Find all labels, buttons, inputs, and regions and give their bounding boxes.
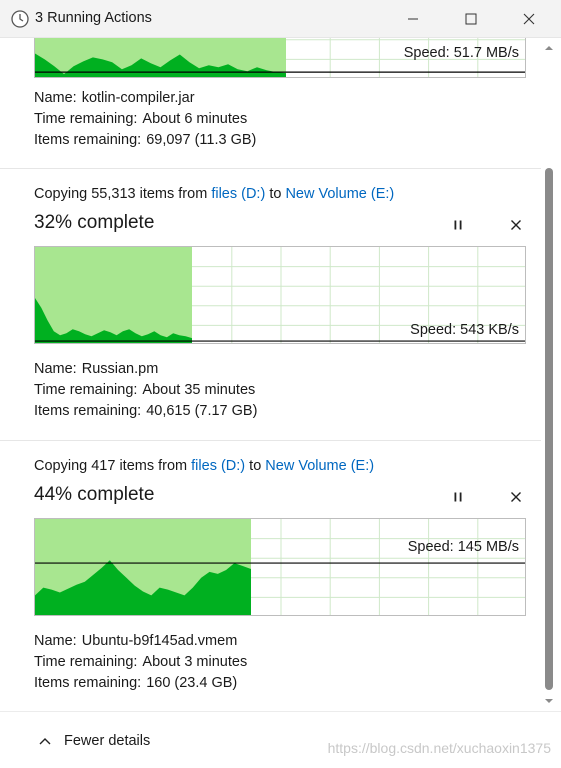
items-remaining: 40,615 (7.17 GB) — [146, 403, 258, 419]
percent-complete-3: 44% complete — [34, 484, 155, 505]
minimize-icon — [408, 18, 418, 20]
operation-3: Copying 417 items from files (D:) to New… — [0, 441, 541, 711]
chevron-up-icon — [39, 738, 51, 745]
fewer-details-button[interactable]: Fewer details — [38, 733, 150, 749]
file-name: kotlin-compiler.jar — [81, 90, 195, 106]
close-icon — [523, 13, 535, 25]
speed-graph-3: Speed: 145 MB/s — [34, 518, 526, 616]
name-label: Name: — [34, 361, 77, 377]
items-remaining: 160 (23.4 GB) — [146, 675, 238, 691]
maximize-button[interactable] — [442, 0, 500, 38]
cancel-button[interactable] — [506, 215, 526, 235]
title-bar: 3 Running Actions — [0, 0, 561, 38]
time-label: Time remaining: — [34, 382, 138, 398]
copy-description-2: Copying 55,313 items from files (D:) to … — [34, 186, 395, 202]
maximize-icon — [465, 13, 477, 25]
time-remaining: About 6 minutes — [142, 111, 248, 127]
progress-fill — [35, 247, 192, 343]
percent-complete-2: 32% complete — [34, 212, 155, 233]
watermark: https://blog.csdn.net/xuchaoxin1375 — [327, 740, 551, 756]
details-2: Name: Russian.pm Time remaining: About 35 … — [34, 359, 257, 422]
items-label: Items remaining: — [34, 403, 142, 419]
time-remaining: About 3 minutes — [142, 654, 248, 670]
close-icon — [511, 220, 521, 230]
operations-list: Speed: 51.7 MB/s Name: kotlin-compiler.ja… — [0, 38, 561, 711]
time-label: Time remaining: — [34, 111, 138, 127]
speed-graph-1: Speed: 51.7 MB/s — [34, 38, 526, 78]
name-label: Name: — [34, 90, 77, 106]
source-link[interactable]: files (D:) — [211, 186, 265, 202]
fewer-details-label: Fewer details — [64, 733, 151, 749]
pause-button[interactable] — [448, 215, 468, 235]
clock-icon — [10, 9, 30, 29]
items-label: Items remaining: — [34, 675, 142, 691]
footer: Fewer details https://blog.csdn.net/xuch… — [0, 711, 561, 768]
speed-label-1: Speed: 51.7 MB/s — [403, 45, 519, 61]
name-label: Name: — [34, 633, 77, 649]
minimize-button[interactable] — [384, 0, 442, 38]
scroll-up-icon[interactable] — [544, 43, 554, 53]
pause-icon — [454, 220, 462, 230]
details-1: Name: kotlin-compiler.jar Time remaining:… — [34, 88, 256, 151]
operation-2: Copying 55,313 items from files (D:) to … — [0, 169, 541, 441]
scroll-down-icon[interactable] — [544, 696, 554, 706]
pause-icon — [454, 492, 462, 502]
speed-graph-2: Speed: 543 KB/s — [34, 246, 526, 344]
source-link[interactable]: files (D:) — [191, 458, 245, 474]
vertical-scrollbar[interactable] — [541, 38, 557, 711]
speed-label-3: Speed: 145 MB/s — [407, 539, 519, 555]
destination-link[interactable]: New Volume (E:) — [265, 458, 374, 474]
destination-link[interactable]: New Volume (E:) — [285, 186, 394, 202]
time-remaining: About 35 minutes — [142, 382, 256, 398]
operation-1: Speed: 51.7 MB/s Name: kotlin-compiler.ja… — [0, 38, 541, 169]
close-window-button[interactable] — [500, 0, 558, 38]
copy-description-3: Copying 417 items from files (D:) to New… — [34, 458, 375, 474]
speed-label-2: Speed: 543 KB/s — [410, 322, 519, 338]
details-3: Name: Ubuntu-b9f145ad.vmem Time remaining… — [34, 631, 247, 694]
scrollbar-thumb[interactable] — [545, 168, 553, 690]
time-label: Time remaining: — [34, 654, 138, 670]
items-label: Items remaining: — [34, 132, 142, 148]
close-icon — [511, 492, 521, 502]
file-name: Russian.pm — [81, 361, 159, 377]
cancel-button[interactable] — [506, 487, 526, 507]
file-name: Ubuntu-b9f145ad.vmem — [81, 633, 238, 649]
pause-button[interactable] — [448, 487, 468, 507]
window-title: 3 Running Actions — [35, 10, 152, 26]
items-remaining: 69,097 (11.3 GB) — [146, 132, 257, 148]
